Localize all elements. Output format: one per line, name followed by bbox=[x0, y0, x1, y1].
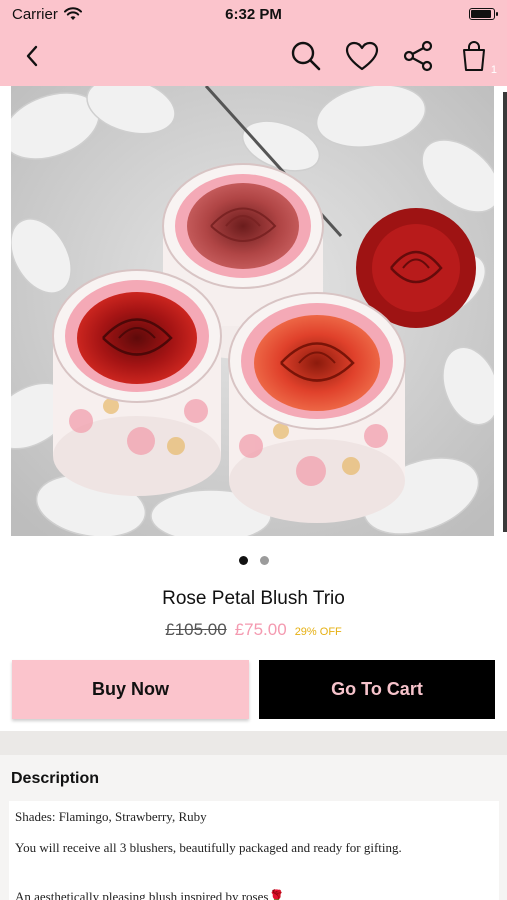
original-price: £105.00 bbox=[165, 620, 227, 639]
product-photo bbox=[11, 86, 494, 536]
nav-actions: 1 bbox=[289, 38, 497, 76]
back-chevron-icon bbox=[26, 45, 38, 67]
battery-icon bbox=[469, 8, 498, 20]
description-body: Shades: Flamingo, Strawberry, Ruby You w… bbox=[9, 801, 499, 900]
carrier-label: Carrier bbox=[12, 5, 58, 23]
buy-now-button[interactable]: Buy Now bbox=[12, 660, 249, 719]
product-name: Rose Petal Blush Trio bbox=[162, 588, 345, 609]
gallery-pagination bbox=[0, 556, 507, 565]
wifi-icon bbox=[63, 7, 82, 20]
description-line: Shades: Flamingo, Strawberry, Ruby bbox=[15, 809, 207, 824]
go-to-cart-button[interactable]: Go To Cart bbox=[259, 660, 495, 719]
description-line: An aesthetically pleasing blush inspired… bbox=[15, 889, 285, 900]
search-icon bbox=[291, 41, 321, 71]
description-section: Description Shades: Flamingo, Strawberry… bbox=[0, 755, 507, 900]
price-row: £105.00 £75.00 29% OFF bbox=[0, 620, 507, 640]
status-bar: Carrier 6:32 PM bbox=[0, 0, 507, 28]
description-line: You will receive all 3 blushers, beautif… bbox=[15, 840, 402, 855]
back-button[interactable] bbox=[18, 42, 46, 70]
description-title: Description bbox=[11, 770, 100, 787]
cart-count-badge: 1 bbox=[490, 64, 497, 76]
pagination-dot-active[interactable] bbox=[238, 556, 248, 565]
sale-price: £75.00 bbox=[234, 620, 287, 639]
section-divider bbox=[0, 731, 507, 755]
next-image-peek bbox=[503, 92, 507, 532]
share-icon bbox=[403, 40, 433, 72]
nav-bar: 1 bbox=[0, 28, 507, 86]
heart-icon bbox=[345, 41, 379, 71]
product-image-gallery[interactable] bbox=[0, 86, 507, 536]
status-left: Carrier bbox=[12, 6, 82, 23]
shopping-bag-icon bbox=[463, 41, 485, 71]
share-button[interactable] bbox=[401, 38, 435, 74]
cart-button[interactable]: 1 bbox=[457, 38, 497, 76]
pagination-dot[interactable] bbox=[259, 556, 269, 565]
search-button[interactable] bbox=[289, 38, 323, 74]
wishlist-button[interactable] bbox=[345, 38, 379, 74]
discount-badge: 29% OFF bbox=[294, 626, 342, 638]
